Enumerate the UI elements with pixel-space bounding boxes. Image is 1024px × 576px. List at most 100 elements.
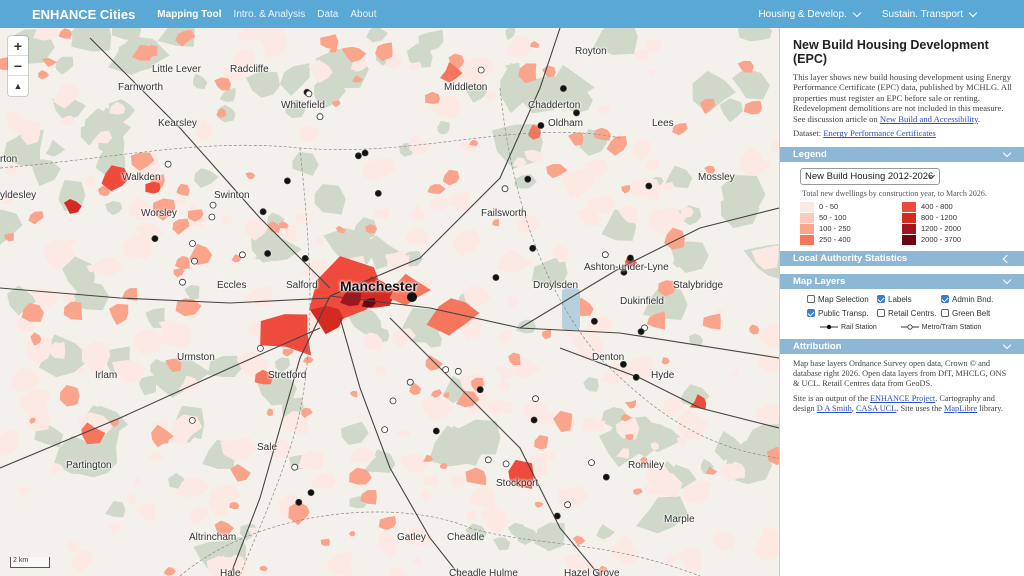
layer-toggle-label: Labels [888, 294, 912, 304]
map-layers-header[interactable]: Map Layers [780, 273, 1024, 289]
metro-station-marker [179, 278, 186, 286]
metro-station-marker [291, 463, 299, 471]
place-label: Partington [66, 460, 112, 471]
place-label: yldesley [0, 190, 37, 201]
metro-station-marker [208, 213, 216, 221]
attr-t1: Site is an output of the [793, 393, 870, 403]
rail-station-marker [602, 473, 610, 481]
legend-header[interactable]: Legend [780, 146, 1024, 162]
place-label: Swinton [214, 190, 250, 201]
legend-swatch [902, 223, 916, 234]
enhance-project-link[interactable]: ENHANCE Project [870, 394, 935, 403]
rail-station-icon [820, 325, 838, 330]
metro-station-key: Metro/Tram Station [900, 324, 981, 331]
place-label: Mossley [698, 172, 735, 183]
brand-title[interactable]: ENHANCE Cities [32, 7, 135, 22]
layer-toggle[interactable]: Labels [877, 295, 941, 304]
transport-key: Rail Station Metro/Tram Station [820, 324, 1024, 331]
layer-toggle[interactable]: Map Selection [807, 295, 877, 304]
chevron-down-icon [1002, 340, 1012, 350]
nav-intro-analysis[interactable]: Intro. & Analysis [234, 9, 306, 20]
casa-ucl-link[interactable]: CASA UCL [856, 404, 896, 413]
checkbox-empty-icon[interactable] [807, 295, 815, 304]
attr-t5: library. [977, 403, 1003, 413]
place-label: Altrincham [189, 532, 237, 543]
d-a-smith-link[interactable]: D A Smith [817, 404, 852, 413]
attribution-header[interactable]: Attribution [780, 338, 1024, 354]
rail-station-marker [259, 208, 267, 216]
place-label: Eccles [217, 280, 247, 291]
housing-develop-dropdown[interactable]: Housing & Develop. [758, 8, 862, 20]
legend-class-label: 800 - 1200 [921, 213, 957, 223]
metro-station-marker [164, 160, 172, 168]
zoom-out-button[interactable]: − [8, 56, 28, 76]
metro-station-marker [188, 416, 196, 424]
legend-class: 2000 - 3700 [902, 234, 1002, 245]
rail-station-marker [530, 416, 538, 424]
checkbox-empty-icon[interactable] [877, 309, 885, 318]
la-stats-header[interactable]: Local Authority Statistics [780, 250, 1024, 266]
nav-about[interactable]: About [350, 9, 376, 20]
rail-station-marker [151, 235, 159, 243]
rail-station-marker [295, 498, 303, 506]
legend-class-label: 2000 - 3700 [921, 235, 962, 245]
layer-toggle[interactable]: Retail Centrs. [877, 309, 941, 318]
place-label: Denton [592, 352, 625, 363]
legend-class: 400 - 800 [902, 201, 1002, 212]
place-label: Hyde [651, 370, 675, 381]
nav-mapping-tool[interactable]: Mapping Tool [157, 9, 221, 20]
rail-station-marker [307, 489, 315, 497]
rail-station-marker [354, 152, 362, 160]
place-label: Sale [257, 442, 278, 453]
legend-class-label: 0 - 50 [819, 202, 839, 212]
new-build-accessibility-link[interactable]: New Build and Accessibility [880, 114, 978, 124]
place-label: Little Lever [152, 64, 201, 75]
layer-toggle[interactable]: Admin Bnd. [941, 295, 1021, 304]
checkbox-checked-icon[interactable] [807, 309, 815, 318]
map-canvas[interactable]: Royton Little Lever Radcliffe Farnworth Midd… [0, 28, 779, 576]
legend-swatch [902, 201, 916, 212]
metro-station-marker [442, 366, 450, 374]
metro-station-marker [477, 66, 485, 74]
compass-icon[interactable]: ▲ [8, 76, 28, 96]
zoom-in-button[interactable]: + [8, 36, 28, 56]
side-panel: New Build Housing Development (EPC) This… [779, 28, 1024, 576]
rail-station-marker [492, 274, 500, 281]
place-label: Manchester [340, 278, 418, 294]
sustain-transport-dropdown[interactable]: Sustain. Transport [882, 8, 978, 20]
attr-t4: . Site uses the [896, 403, 944, 413]
legend-swatch [800, 212, 814, 223]
checkbox-empty-icon[interactable] [941, 309, 949, 318]
layer-toggle[interactable]: Public Transp. [807, 309, 877, 318]
layer-toggle-label: Map Selection [818, 294, 869, 304]
metro-station-marker [601, 251, 609, 259]
legend-swatch [902, 234, 916, 245]
place-label: Middleton [444, 82, 488, 93]
rail-station-marker [560, 85, 567, 92]
legend-select-value: New Build Housing 2012-2026 [805, 170, 934, 182]
nav-dropdowns: Housing & Develop. Sustain. Transport [758, 0, 978, 28]
la-stats-header-label: Local Authority Statistics [793, 252, 908, 264]
maplibre-link[interactable]: MapLibre [944, 404, 977, 413]
panel-title: New Build Housing Development (EPC) [793, 38, 989, 66]
legend-layer-select[interactable]: New Build Housing 2012-2026 [800, 167, 940, 185]
legend-class: 100 - 250 [800, 223, 902, 234]
rail-station-marker [361, 149, 369, 157]
metro-station-marker [305, 90, 313, 98]
metro-station-marker [209, 201, 217, 209]
rail-station-marker [553, 512, 561, 520]
legend-swatch [800, 223, 814, 234]
layer-toggle-label: Admin Bnd. [952, 294, 994, 304]
dataset-link[interactable]: Energy Performance Certificates [823, 128, 935, 138]
place-label: rton [0, 154, 18, 165]
place-label: Worsley [141, 208, 177, 219]
layer-toggle[interactable]: Green Belt [941, 309, 1021, 318]
metro-station-marker [256, 344, 264, 352]
place-label: Royton [575, 46, 607, 57]
map-layers-header-label: Map Layers [793, 275, 846, 287]
place-label: Farnworth [118, 82, 164, 93]
scale-bar: 2 km [10, 557, 50, 568]
checkbox-checked-icon[interactable] [877, 295, 885, 304]
nav-data[interactable]: Data [317, 9, 338, 20]
checkbox-checked-icon[interactable] [941, 295, 949, 304]
